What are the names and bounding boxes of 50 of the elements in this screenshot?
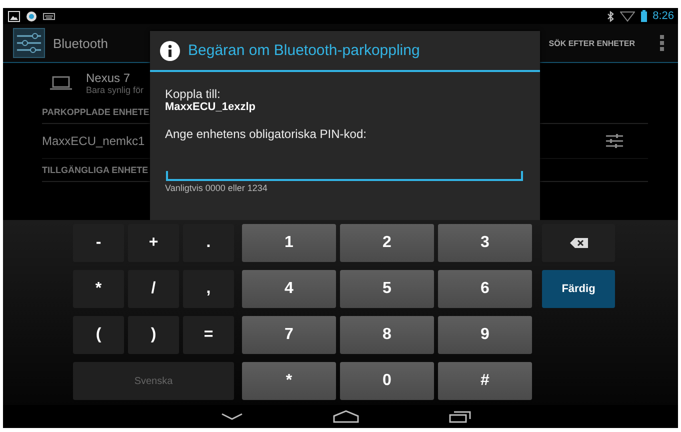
number-key[interactable]: 0 — [340, 362, 434, 400]
number-key[interactable]: * — [242, 362, 336, 400]
number-key[interactable]: 7 — [242, 316, 336, 354]
wifi-icon — [620, 10, 635, 22]
number-key[interactable]: 2 — [340, 224, 434, 262]
overflow-menu-icon[interactable] — [660, 35, 664, 51]
symbol-key[interactable]: ) — [128, 316, 179, 354]
paired-device-item[interactable]: MaxxECU_nemkc1 — [42, 134, 145, 148]
clock-time: 8:26 — [652, 10, 674, 22]
symbol-key[interactable]: = — [183, 316, 234, 354]
number-key[interactable]: 3 — [438, 224, 532, 262]
sliders-icon[interactable] — [606, 134, 623, 148]
symbol-key[interactable]: / — [128, 270, 179, 308]
backspace-key[interactable] — [542, 224, 615, 262]
number-key[interactable]: 4 — [242, 270, 336, 308]
backspace-icon — [570, 238, 588, 248]
pin-prompt: Ange enhetens obligatoriska PIN-kod: — [165, 127, 368, 141]
symbol-key[interactable]: . — [183, 224, 234, 262]
back-icon[interactable] — [220, 413, 242, 420]
scan-devices-button[interactable]: SÖK EFTER ENHETER — [548, 38, 635, 48]
number-key[interactable]: 6 — [438, 270, 532, 308]
picture-icon — [8, 10, 20, 22]
number-key[interactable]: 1 — [242, 224, 336, 262]
pair-with-label: Koppla till: — [165, 87, 222, 101]
pin-input-field[interactable] — [166, 171, 523, 181]
number-key[interactable]: # — [438, 362, 532, 400]
device-name: Nexus 7 — [86, 71, 132, 85]
done-key[interactable]: Färdig — [542, 270, 615, 308]
symbol-key[interactable]: , — [183, 270, 234, 308]
circle-icon — [26, 10, 37, 22]
number-key[interactable]: 9 — [438, 316, 532, 354]
number-key[interactable]: 8 — [340, 316, 434, 354]
info-icon — [160, 40, 180, 60]
pin-hint: Vanligtvis 0000 eller 1234 — [165, 183, 268, 193]
target-device-name: MaxxECU_1exzlp — [165, 101, 256, 113]
battery-icon — [640, 10, 647, 22]
screen-title: Bluetooth — [53, 36, 108, 50]
symbol-key[interactable]: * — [73, 270, 124, 308]
number-key[interactable]: 5 — [340, 270, 434, 308]
dialog-title: Begäran om Bluetooth-parkoppling — [188, 42, 420, 59]
home-icon[interactable] — [332, 410, 358, 423]
bluetooth-icon — [606, 10, 614, 22]
laptop-icon — [50, 76, 72, 90]
visibility-text: Bara synlig för — [86, 85, 144, 95]
settings-sliders-icon[interactable] — [13, 28, 45, 58]
symbol-key[interactable]: + — [128, 224, 179, 262]
keyboard-icon — [43, 12, 55, 20]
symbol-key[interactable]: - — [73, 224, 124, 262]
recent-apps-icon[interactable] — [448, 410, 470, 422]
symbol-key[interactable]: ( — [73, 316, 124, 354]
